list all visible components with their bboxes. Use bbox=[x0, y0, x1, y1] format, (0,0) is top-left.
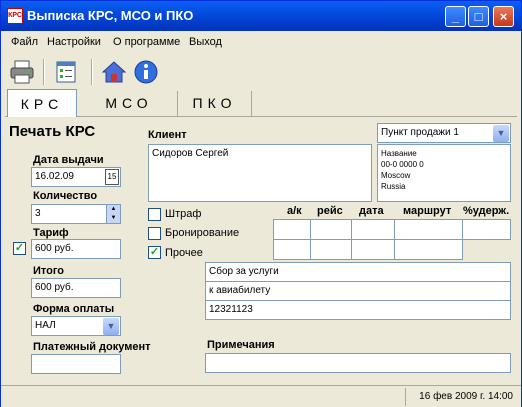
other-label: Прочее bbox=[165, 247, 203, 259]
minimize-button[interactable]: _ bbox=[445, 6, 466, 27]
tariff-field[interactable]: 600 руб. bbox=[31, 239, 121, 259]
chevron-down-icon[interactable]: ▼ bbox=[493, 125, 509, 142]
quantity-down-icon[interactable]: ▼ bbox=[106, 214, 120, 223]
other-line-2-value: к авиабилету bbox=[209, 285, 271, 296]
tariff-value: 600 руб. bbox=[35, 243, 74, 254]
maximize-button[interactable]: □ bbox=[468, 6, 489, 27]
menu-about[interactable]: О программе bbox=[113, 36, 180, 48]
status-bar: 16 фев 2009 г. 14:00 bbox=[1, 385, 521, 407]
table-row bbox=[273, 239, 511, 260]
status-divider bbox=[405, 388, 406, 406]
close-button[interactable]: × bbox=[493, 6, 514, 27]
tab-krs[interactable]: КРС bbox=[7, 89, 77, 117]
info-icon[interactable] bbox=[133, 59, 159, 85]
form-panel: Печать КРС Дата выдачи 16.02.09 15 Колич… bbox=[5, 117, 517, 385]
chevron-down-icon[interactable]: ▼ bbox=[103, 318, 119, 335]
page-title: Печать КРС bbox=[9, 123, 96, 140]
other-line-1-value: Сбор за услуги bbox=[209, 266, 279, 277]
sale-point-code: 00-0 0000 0 bbox=[381, 160, 424, 169]
grid-cell[interactable] bbox=[273, 219, 311, 240]
payment-form-value: НАЛ bbox=[35, 320, 56, 331]
tariff-checkbox[interactable]: ✓ bbox=[13, 242, 26, 255]
table-row bbox=[273, 219, 511, 240]
notes-label: Примечания bbox=[207, 339, 275, 351]
grid-cell[interactable] bbox=[350, 219, 396, 240]
quantity-up-icon[interactable]: ▲ bbox=[106, 205, 120, 214]
other-line-1[interactable]: Сбор за услуги bbox=[205, 262, 511, 282]
checklist-icon[interactable] bbox=[53, 59, 79, 85]
client-field[interactable]: Сидоров Сергей bbox=[148, 144, 372, 202]
sale-point-country: Russia bbox=[381, 182, 406, 191]
grid-cell bbox=[462, 239, 511, 260]
menu-settings[interactable]: Настройки bbox=[47, 36, 101, 48]
toolbar-separator bbox=[43, 59, 45, 85]
total-label: Итого bbox=[33, 265, 65, 277]
other-line-2[interactable]: к авиабилету bbox=[205, 281, 511, 301]
payment-form-label: Форма оплаты bbox=[33, 303, 115, 315]
grid-header-date: дата bbox=[359, 205, 384, 217]
tab-mso[interactable]: МСО bbox=[91, 91, 167, 116]
menu-bar: Файл Настройки О программе Выход bbox=[1, 31, 521, 53]
toolbar-separator bbox=[91, 59, 93, 85]
ticket-grid bbox=[273, 219, 511, 260]
sale-point-value: Пункт продажи 1 bbox=[381, 127, 459, 138]
quantity-label: Количество bbox=[33, 190, 98, 202]
menu-exit[interactable]: Выход bbox=[189, 36, 222, 48]
grid-header-flight: рейс bbox=[317, 205, 343, 217]
other-checkbox[interactable]: ✓ bbox=[148, 246, 161, 259]
sale-point-details: Название 00-0 0000 0 Moscow Russia bbox=[377, 144, 511, 202]
app-window: КРС Выписка КРС, МСО и ПКО _ □ × Файл На… bbox=[0, 0, 522, 407]
booking-checkbox[interactable] bbox=[148, 227, 161, 240]
fine-label: Штраф bbox=[165, 208, 202, 220]
grid-header-route: маршрут bbox=[403, 205, 452, 217]
app-icon: КРС bbox=[7, 8, 23, 24]
client-label: Клиент bbox=[148, 129, 187, 141]
grid-header-retention: %удерж. bbox=[463, 205, 510, 217]
total-field[interactable]: 600 руб. bbox=[31, 278, 121, 298]
quantity-value: 3 bbox=[35, 208, 41, 219]
payment-document-field[interactable] bbox=[31, 354, 121, 374]
menu-file[interactable]: Файл bbox=[11, 36, 38, 48]
total-value: 600 руб. bbox=[35, 282, 74, 293]
tab-divider bbox=[251, 91, 252, 116]
grid-cell[interactable] bbox=[350, 239, 396, 260]
calendar-icon[interactable]: 15 bbox=[105, 169, 119, 185]
notes-field[interactable] bbox=[205, 353, 511, 373]
other-line-3-value: 12321123 bbox=[209, 304, 253, 315]
toolbar bbox=[1, 53, 521, 89]
sale-point-name: Название bbox=[381, 149, 417, 158]
grid-cell[interactable] bbox=[273, 239, 311, 260]
home-icon[interactable] bbox=[101, 59, 127, 85]
printer-icon[interactable] bbox=[9, 59, 35, 85]
booking-label: Бронирование bbox=[165, 227, 240, 239]
issue-date-value: 16.02.09 bbox=[35, 171, 74, 182]
title-bar[interactable]: КРС Выписка КРС, МСО и ПКО _ □ × bbox=[1, 1, 521, 31]
grid-cell[interactable] bbox=[394, 219, 464, 240]
grid-cell[interactable] bbox=[309, 219, 352, 240]
grid-cell[interactable] bbox=[462, 219, 511, 240]
sale-point-city: Moscow bbox=[381, 171, 411, 180]
grid-cell[interactable] bbox=[309, 239, 352, 260]
fine-checkbox[interactable] bbox=[148, 208, 161, 221]
window-title: Выписка КРС, МСО и ПКО bbox=[27, 8, 194, 23]
sale-point-select[interactable]: Пункт продажи 1 bbox=[377, 123, 511, 143]
status-datetime: 16 фев 2009 г. 14:00 bbox=[419, 391, 513, 402]
grid-cell[interactable] bbox=[394, 239, 464, 260]
other-line-3[interactable]: 12321123 bbox=[205, 300, 511, 320]
tariff-label: Тариф bbox=[33, 227, 69, 239]
payment-document-label: Платежный документ bbox=[33, 341, 151, 353]
tab-strip: КРС МСО ПКО bbox=[5, 89, 517, 117]
tab-pko[interactable]: ПКО bbox=[177, 91, 251, 116]
client-value: Сидоров Сергей bbox=[152, 148, 229, 159]
issue-date-label: Дата выдачи bbox=[33, 154, 104, 166]
grid-header-airline: а/к bbox=[287, 205, 302, 217]
